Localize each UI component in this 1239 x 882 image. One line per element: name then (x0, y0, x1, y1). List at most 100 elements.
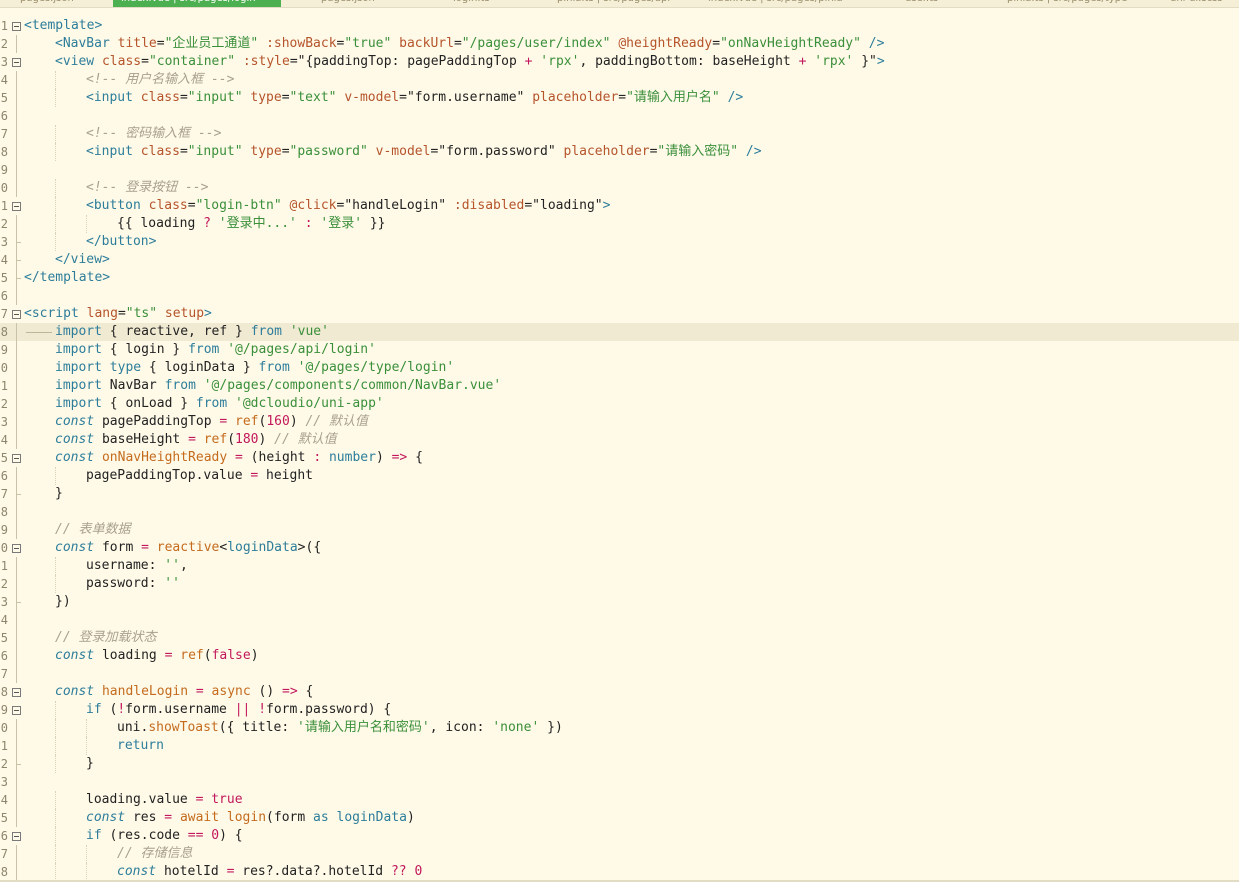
indent-guide (55, 197, 57, 215)
line-number: 6 (0, 469, 8, 483)
editor-tab[interactable]: index.vue | src/pages/pinia (700, 0, 848, 7)
code-line[interactable]: 3 </button> (0, 233, 1239, 251)
code-line[interactable]: 8 const handleLogin = async () => { (0, 683, 1239, 701)
line-number: 2 (0, 217, 8, 231)
code-line[interactable]: 1 import NavBar from '@/pages/components/… (0, 377, 1239, 395)
code-token: import (55, 396, 102, 411)
code-token: <template> (24, 18, 103, 33)
code-token: }) (539, 720, 563, 735)
code-token: v-model (375, 144, 431, 159)
code-line[interactable]: 8 import { reactive, ref } from 'vue' (0, 323, 1239, 341)
code-token: 'none' (492, 720, 540, 735)
editor-tab[interactable]: index.vue | src/pages/login (113, 0, 281, 7)
code-token: "请输入密码" (657, 144, 739, 159)
fold-toggle-icon[interactable] (12, 832, 21, 841)
editor-tab[interactable]: pages.json (313, 0, 401, 7)
code-token: "ts" (125, 306, 158, 321)
fold-toggle-icon[interactable] (12, 310, 21, 319)
code-text: // 登录加载状态 (55, 629, 156, 647)
fold-toggle-icon[interactable] (12, 544, 21, 553)
code-line[interactable]: 1 username: '', (0, 557, 1239, 575)
code-line[interactable]: 1 <button class="login-btn" @click="handl… (0, 197, 1239, 215)
code-line[interactable]: 3 (0, 773, 1239, 791)
code-line[interactable]: 1 <template> (0, 17, 1239, 35)
editor-tab[interactable]: uni-ui.scss (1162, 0, 1239, 7)
code-line[interactable]: 6 pagePaddingTop.value = height (0, 467, 1239, 485)
fold-toggle-icon[interactable] (12, 58, 21, 67)
code-line[interactable]: 2} (0, 755, 1239, 773)
code-line[interactable]: 4 </view> (0, 251, 1239, 269)
code-line[interactable]: 0 <!-- 登录按钮 --> (0, 179, 1239, 197)
code-line[interactable]: 6 if (res.code == 0) { (0, 827, 1239, 845)
code-line[interactable]: 0 uni.showToast({ title: '请输入用户名和密码', ico… (0, 719, 1239, 737)
code-token: from (250, 324, 282, 339)
code-line[interactable]: 5 </template> (0, 269, 1239, 287)
code-line[interactable]: 2 password: '' (0, 575, 1239, 593)
code-area[interactable]: 1 <template> 2 <NavBar title="企业员工通道" :show… (0, 17, 1239, 881)
code-line[interactable]: 8 (0, 503, 1239, 521)
code-token: number (328, 450, 376, 465)
fold-toggle-icon[interactable] (12, 454, 21, 463)
code-line[interactable]: 9 if (!form.username || !form.password) { (0, 701, 1239, 719)
code-line[interactable]: 4 loading.value = true (0, 791, 1239, 809)
code-line[interactable]: 9 // 表单数据 (0, 521, 1239, 539)
editor-tab[interactable]: login.ts (445, 0, 513, 7)
fold-guide (16, 791, 17, 809)
code-line[interactable]: 9 (0, 161, 1239, 179)
code-line[interactable]: 7 <!-- 密码输入框 --> (0, 125, 1239, 143)
code-token: "请输入用户名" (626, 90, 720, 105)
code-line[interactable]: 5 // 登录加载状态 (0, 629, 1239, 647)
code-line[interactable]: 8 const hotelId = res?.data?.hotelId ?? 0 (0, 863, 1239, 881)
editor-tab[interactable]: pages.json (12, 0, 90, 7)
code-line[interactable]: 5 const onNavHeightReady = (height : numb… (0, 449, 1239, 467)
code-line[interactable]: 6 (0, 287, 1239, 305)
code-line[interactable]: 7 <script lang="ts" setup> (0, 305, 1239, 323)
code-line[interactable]: 1 return (0, 737, 1239, 755)
code-line[interactable]: 6 const loading = ref(false) (0, 647, 1239, 665)
code-line[interactable]: 8 <input class="input" type="password" v-… (0, 143, 1239, 161)
editor-tab[interactable]: pinia.ts | src/pages/api (549, 0, 687, 7)
code-token: (form (266, 810, 314, 825)
code-line[interactable]: 2 <NavBar title="企业员工通道" :showBack="true"… (0, 35, 1239, 53)
fold-guide (16, 413, 17, 431)
code-line[interactable]: 0 import type { loginData } from '@/pages… (0, 359, 1239, 377)
code-line[interactable]: 5 <input class="input" type="text" v-mode… (0, 89, 1239, 107)
fold-guide (16, 341, 17, 359)
code-line[interactable]: 4 (0, 611, 1239, 629)
code-text: import { reactive, ref } from 'vue' (55, 323, 329, 341)
code-line[interactable]: 7 // 存储信息 (0, 845, 1239, 863)
code-line[interactable]: 2 {{ loading ? '登录中...' : '登录' }} (0, 215, 1239, 233)
code-line[interactable]: 5 const res = await login(form as loginDa… (0, 809, 1239, 827)
code-line[interactable]: 4 const baseHeight = ref(180) // 默认值 (0, 431, 1239, 449)
editor-tab[interactable]: pinia.ts | src/pages/type (999, 0, 1127, 7)
editor-tab[interactable]: user.ts (897, 0, 965, 7)
code-token: :style (242, 54, 290, 69)
code-editor[interactable]: pages.json index.vue | src/pages/login pag… (0, 0, 1239, 882)
code-token: { (297, 684, 314, 699)
code-line[interactable]: 2 import { onLoad } from '@dcloudio/uni-a… (0, 395, 1239, 413)
line-number: 6 (0, 109, 8, 123)
fold-toggle-icon[interactable] (12, 706, 21, 715)
code-line[interactable]: 0 const form = reactive<loginData>({ (0, 539, 1239, 557)
code-line[interactable]: 7} (0, 485, 1239, 503)
code-line[interactable]: 4 <!-- 用户名输入框 --> (0, 71, 1239, 89)
code-text: const handleLogin = async () => { (55, 683, 313, 701)
line-number: 7 (0, 847, 8, 861)
code-line[interactable]: 7 (0, 665, 1239, 683)
fold-guide (16, 557, 17, 575)
code-line[interactable]: 3 <view class="container" :style="{paddin… (0, 53, 1239, 71)
fold-toggle-icon[interactable] (12, 202, 21, 211)
fold-toggle-icon[interactable] (12, 22, 21, 31)
code-line[interactable]: 3 const pagePaddingTop = ref(160) // 默认值 (0, 413, 1239, 431)
code-line[interactable]: 3}) (0, 593, 1239, 611)
code-line[interactable]: 6 (0, 107, 1239, 125)
code-text: const res = await login(form as loginDat… (86, 809, 415, 827)
code-line[interactable]: 9 import { login } from '@/pages/api/logi… (0, 341, 1239, 359)
code-token: // 登录加载状态 (55, 630, 157, 645)
code-token: showToast (148, 720, 219, 735)
fold-toggle-icon[interactable] (12, 688, 21, 697)
code-token: @click (289, 198, 337, 213)
code-text: username: '', (86, 557, 188, 575)
